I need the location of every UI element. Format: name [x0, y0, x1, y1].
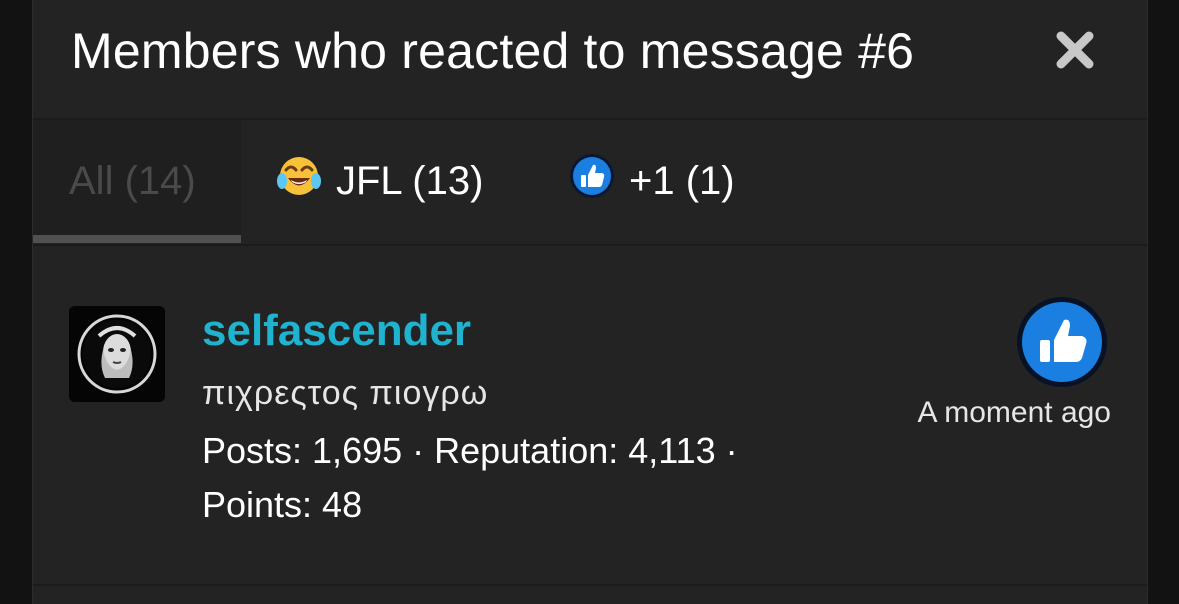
close-icon — [1056, 31, 1094, 69]
modal-header: Members who reacted to message #6 — [33, 0, 1147, 120]
member-title: πιχρεςτος πιογρω — [202, 374, 489, 412]
modal-title: Members who reacted to message #6 — [71, 23, 915, 79]
close-button[interactable] — [1051, 26, 1099, 74]
tab-all[interactable]: All (14) — [33, 120, 241, 243]
member-stats-line1: Posts: 1,695 · Reputation: 4,113 · — [202, 430, 738, 471]
tab-jfl-label: JFL (13) — [336, 158, 484, 203]
reaction-tabs: All (14) JFL (13) +1 (1) — [33, 120, 1147, 246]
active-tab-indicator — [33, 235, 241, 243]
reaction-timestamp: A moment ago — [917, 396, 1111, 429]
member-row: selfascender πιχρεςτος πιογρω Posts: 1,6… — [33, 246, 1147, 586]
thumbs-up-icon — [569, 153, 615, 209]
member-stats-line2: Points: 48 — [202, 484, 363, 525]
laughing-crying-emoji-icon — [276, 153, 322, 209]
tab-plus-one[interactable]: +1 (1) — [569, 120, 735, 242]
thumbs-up-icon — [1016, 296, 1108, 388]
member-stats: Posts: 1,695 · Reputation: 4,113 · Point… — [202, 424, 822, 532]
avatar[interactable] — [69, 306, 165, 402]
tab-jfl[interactable]: JFL (13) — [276, 120, 483, 242]
tab-plus-one-label: +1 (1) — [629, 158, 735, 203]
tab-all-label: All (14) — [69, 158, 196, 203]
reactions-modal: Members who reacted to message #6 All (1… — [32, 0, 1148, 604]
member-username[interactable]: selfascender — [202, 306, 471, 356]
